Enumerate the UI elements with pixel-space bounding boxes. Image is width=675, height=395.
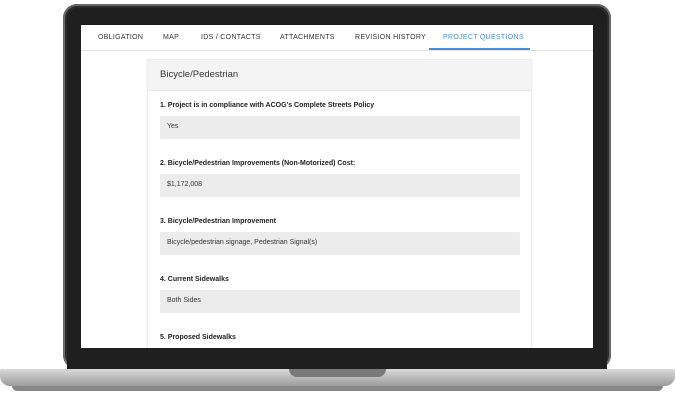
question-label: 5. Proposed Sidewalks — [160, 334, 236, 341]
card-header: Bicycle/Pedestrian — [148, 60, 531, 91]
tab-bar: OBLIGATION MAP IDS / CONTACTS ATTACHMENT… — [81, 25, 593, 51]
answer-value: Bicycle/pedestrian signage, Pedestrian S… — [167, 239, 318, 246]
section-title: Bicycle/Pedestrian — [160, 69, 239, 80]
laptop-screen: OBLIGATION MAP IDS / CONTACTS ATTACHMENT… — [81, 25, 593, 348]
question-label: 4. Current Sidewalks — [160, 276, 229, 283]
answer-field: Yes — [160, 116, 520, 139]
tab-ids-contacts[interactable]: IDS / CONTACTS — [201, 25, 261, 50]
answer-value: Yes — [167, 123, 179, 130]
tab-map[interactable]: MAP — [163, 25, 179, 50]
laptop-notch — [289, 369, 386, 377]
answer-value: $1,172,008 — [167, 181, 203, 188]
tab-attachments[interactable]: ATTACHMENTS — [280, 25, 335, 50]
tab-project-questions[interactable]: PROJECT QUESTIONS — [443, 25, 524, 50]
question-label: 2. Bicycle/Pedestrian Improvements (Non-… — [160, 160, 356, 167]
answer-field: Both Sides — [160, 290, 520, 313]
active-tab-indicator — [429, 48, 530, 50]
laptop-base-shadow — [12, 386, 663, 391]
question-label: 3. Bicycle/Pedestrian Improvement — [160, 218, 276, 225]
tab-obligation[interactable]: OBLIGATION — [98, 25, 143, 50]
answer-value: Both Sides — [167, 297, 201, 304]
question-label: 1. Project is in compliance with ACOG's … — [160, 102, 375, 109]
answer-field: Bicycle/pedestrian signage, Pedestrian S… — [160, 232, 520, 255]
questions-card: Bicycle/Pedestrian 1. Project is in comp… — [147, 59, 532, 348]
answer-field: $1,172,008 — [160, 174, 520, 197]
tab-revision-history[interactable]: REVISION HISTORY — [355, 25, 426, 50]
